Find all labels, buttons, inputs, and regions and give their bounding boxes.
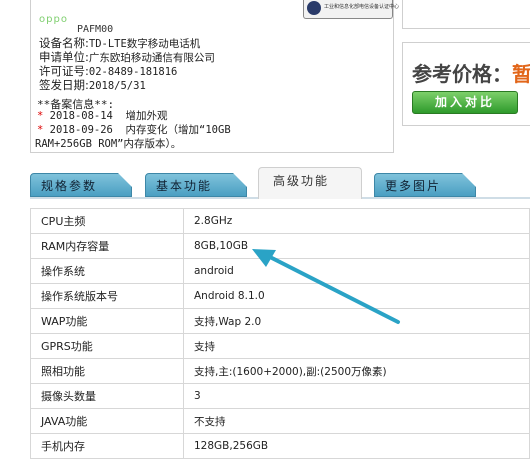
brand-logo: oppo <box>39 14 68 25</box>
spec-key: JAVA功能 <box>30 408 184 434</box>
bullet-star-icon: * <box>37 124 44 136</box>
spec-key: 摄像头数量 <box>30 383 184 409</box>
spec-key: RAM内存容量 <box>30 233 184 259</box>
tab-basic-functions[interactable]: 基本功能 <box>145 173 247 197</box>
spec-value: android <box>183 258 530 284</box>
spec-key: CPU主频 <box>30 208 184 234</box>
device-info-card: oppo PAFM00 工业和信息化部电信设备认证中心 设备名称:TD-LTE数… <box>30 0 399 153</box>
spec-value: 支持,Wap 2.0 <box>183 308 530 334</box>
spec-table: CPU主频 2.8GHz RAM内存容量 8GB,10GB 操作系统 android … <box>30 208 530 459</box>
model-number: PAFM00 <box>77 24 114 35</box>
tab-advanced-functions[interactable]: 高级功能 <box>258 167 362 199</box>
filing-entry: * 2018-09-26 内存变化（增加“10GB <box>37 124 231 136</box>
spec-value: 支持 <box>183 333 530 359</box>
add-to-compare-button[interactable]: 加入对比 <box>412 91 518 114</box>
tab-more-images[interactable]: 更多图片 <box>374 173 476 197</box>
table-row: 操作系统 android <box>30 258 530 284</box>
field-issue-date: 签发日期:2018/5/31 <box>39 78 146 92</box>
table-row: 照相功能 支持,主:(1600+2000),副:(2500万像素) <box>30 358 530 384</box>
table-row: CPU主频 2.8GHz <box>30 208 530 234</box>
table-row: JAVA功能 不支持 <box>30 408 530 434</box>
spec-key: GPRS功能 <box>30 333 184 359</box>
certification-stamp: 工业和信息化部电信设备认证中心 <box>303 0 399 19</box>
spec-value: 2.8GHz <box>183 208 530 234</box>
tab-bar: 规格参数 基本功能 高级功能 更多图片 <box>30 163 530 199</box>
spec-value: 不支持 <box>183 408 530 434</box>
side-panel-top <box>402 0 530 29</box>
spec-value: 8GB,10GB <box>183 233 530 259</box>
spec-key: WAP功能 <box>30 308 184 334</box>
table-row: 手机内存 128GB,256GB <box>30 433 530 459</box>
table-row: 摄像头数量 3 <box>30 383 530 409</box>
seal-icon <box>307 1 321 15</box>
tab-specs[interactable]: 规格参数 <box>30 173 132 197</box>
filing-entry: * 2018-08-14 增加外观 <box>37 110 168 122</box>
spec-value: Android 8.1.0 <box>183 283 530 309</box>
spec-key: 操作系统 <box>30 258 184 284</box>
table-row: GPRS功能 支持 <box>30 333 530 359</box>
table-row: RAM内存容量 8GB,10GB <box>30 233 530 259</box>
spec-key: 照相功能 <box>30 358 184 384</box>
spec-key: 操作系统版本号 <box>30 283 184 309</box>
spec-value: 128GB,256GB <box>183 433 530 459</box>
price-panel: 参考价格：暂 加入对比 <box>402 42 530 126</box>
spec-value: 支持,主:(1600+2000),副:(2500万像素) <box>183 358 530 384</box>
spec-value: 3 <box>183 383 530 409</box>
spec-key: 手机内存 <box>30 433 184 459</box>
price-value: 暂 <box>512 62 530 86</box>
table-row: 操作系统版本号 Android 8.1.0 <box>30 283 530 309</box>
table-row: WAP功能 支持,Wap 2.0 <box>30 308 530 334</box>
bullet-star-icon: * <box>37 110 44 122</box>
filing-entry-continuation: RAM+256GB ROM”内存版本）。 <box>35 138 182 150</box>
price-label: 参考价格：暂 <box>412 62 530 86</box>
stamp-text: 工业和信息化部电信设备认证中心 <box>324 4 400 10</box>
